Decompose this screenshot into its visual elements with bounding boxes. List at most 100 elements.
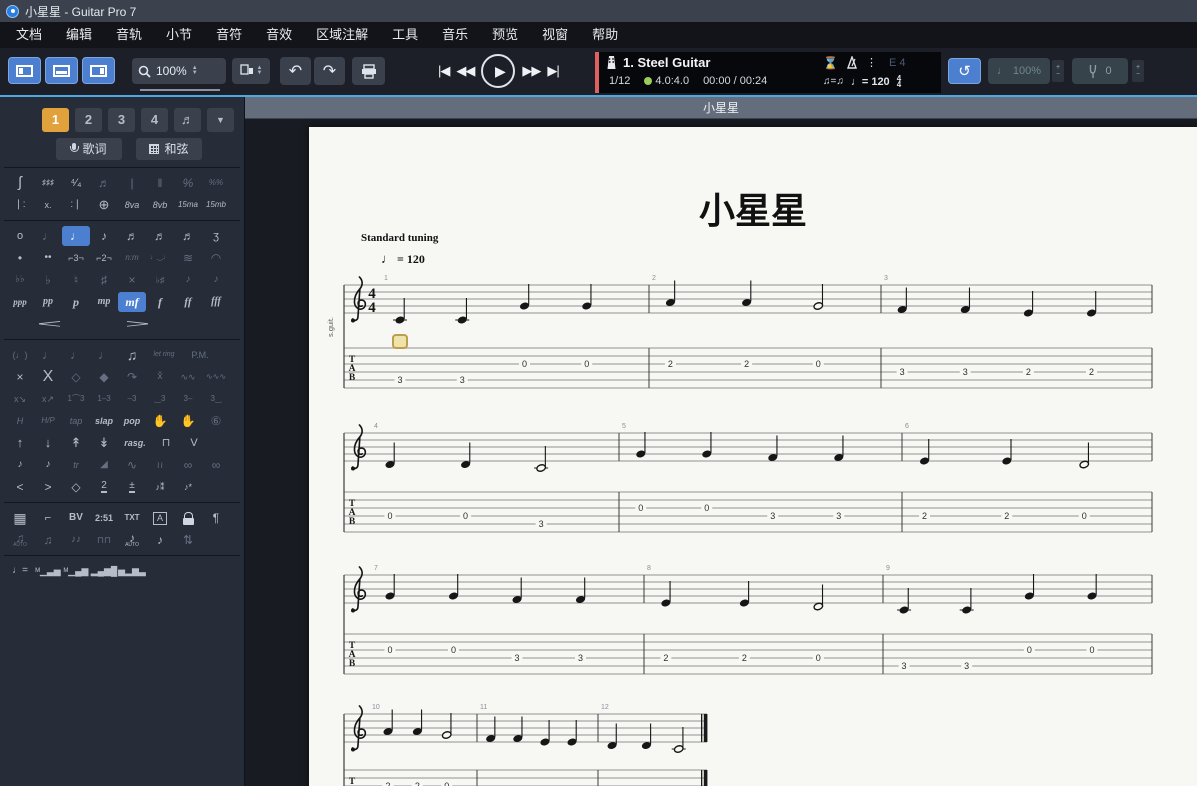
zoom-slider[interactable] [140, 89, 220, 91]
menu-edit[interactable]: 编辑 [54, 22, 104, 48]
let-ring-lines-tool[interactable]: ≋ [174, 248, 202, 268]
wide-vibrato-tool[interactable]: ∿∿∿ [202, 367, 230, 387]
decrescendo-tool[interactable]: > [94, 314, 182, 334]
half-note-tool[interactable]: ♩ [34, 226, 62, 246]
artificial-harmonic-tool[interactable]: ◆ [90, 367, 118, 387]
repeat-close-tool[interactable]: :❘ [62, 195, 90, 215]
clef-tool[interactable]: ʃ [6, 173, 34, 193]
stem-auto-tool[interactable]: ♪AUTO [118, 530, 146, 550]
double-sharp-tool[interactable]: × [118, 270, 146, 290]
menu-preview[interactable]: 预览 [480, 22, 530, 48]
hammer-pull-tool[interactable]: H/P [34, 411, 62, 431]
dotted-note-tool[interactable]: • [6, 248, 34, 268]
menu-tools[interactable]: 工具 [380, 22, 430, 48]
tremolo-bar-dip-tool[interactable]: ∞ [174, 455, 202, 475]
flat-tool[interactable]: ♭ [34, 270, 62, 290]
menu-bar[interactable]: 小节 [154, 22, 204, 48]
string-number-tool[interactable]: ⑥ [202, 411, 230, 431]
slide-out-down-tool[interactable]: –3 [118, 389, 146, 409]
go-start-button[interactable]: |◀ [438, 63, 449, 79]
menu-audio-effects[interactable]: 音效 [254, 22, 304, 48]
dead-slap-tool[interactable]: ♪* [174, 477, 202, 497]
vibrato-tool[interactable]: ∿∿ [174, 367, 202, 387]
harmonic-diamond-tool[interactable]: ◇ [62, 477, 90, 497]
coda-tool[interactable]: ⊕ [90, 195, 118, 215]
double-flat-tool[interactable]: ♭♭ [6, 270, 34, 290]
arpeggio-down-tool[interactable]: ↡ [90, 433, 118, 453]
ottava-bassa-tool[interactable]: 8vb [146, 195, 174, 215]
track-panel[interactable]: 1. Steel Guitar 1/12 4.0:4.0 00:00 / 00:… [595, 52, 941, 93]
slash-notation-tool[interactable]: ⌐ [34, 508, 62, 528]
mix-table-marker-2-tool[interactable]: ᴹ▁▄▆ [62, 561, 90, 581]
undo-button[interactable]: ↶ [280, 57, 311, 85]
quindicesima-alta-tool[interactable]: 15ma [174, 195, 202, 215]
beam-over-bar-tool[interactable]: ⊓⊓ [90, 530, 118, 550]
legato-slide-tool[interactable]: 1⌒3 [62, 389, 90, 409]
accent-mark-tool[interactable]: < [6, 477, 34, 497]
tuplet-tool[interactable]: n:m [118, 248, 146, 268]
tuning-control[interactable]: 0 [1072, 58, 1128, 84]
multivoice-icon[interactable]: ♬ [174, 108, 201, 132]
menu-note[interactable]: 音符 [204, 22, 254, 48]
trill-tool[interactable]: tr [62, 455, 90, 475]
pan-automation-tool[interactable]: ▅▂▆▃ [118, 561, 146, 581]
thirtysecond-note-tool[interactable]: ♬ [146, 226, 174, 246]
marcato-mark-tool[interactable]: > [34, 477, 62, 497]
heavy-accent-note-tool[interactable]: ♩ [90, 345, 118, 365]
downstroke-tool[interactable]: ↓ [34, 433, 62, 453]
bend-tool[interactable]: ↷ [118, 367, 146, 387]
playback-speed-control[interactable]: ♩ 100% [988, 58, 1050, 84]
pick-up-icon[interactable]: V [180, 433, 208, 453]
lyrics-button[interactable]: 歌词 [56, 138, 122, 160]
double-barline-tool[interactable]: ‖ [146, 173, 174, 193]
mix-table-marker-1-tool[interactable]: ᴹ▁▃▅ [34, 561, 62, 581]
speed-spinner[interactable]: +− [1052, 60, 1064, 82]
free-time-tool[interactable]: ♬ [90, 173, 118, 193]
barline-tool[interactable]: | [118, 173, 146, 193]
simile-mark-tool[interactable]: % [174, 173, 202, 193]
voice-visibility-icon[interactable]: ▼ [207, 108, 234, 132]
tap-tool[interactable]: tap [62, 411, 90, 431]
voice-1-button[interactable]: 1 [42, 108, 69, 132]
rest-tool[interactable]: ʒ [202, 226, 230, 246]
pick-scrape-tool[interactable]: ± [118, 477, 146, 497]
muffled-note-tool[interactable]: × [6, 367, 34, 387]
tuning-spinner[interactable]: +− [1132, 60, 1144, 82]
page-layout-spinner[interactable]: ▲▼ [257, 66, 263, 76]
accidental-pair-tool[interactable]: ♭♯ [146, 270, 174, 290]
quarter-note-tool[interactable]: ♩ [62, 226, 90, 246]
text-tool[interactable]: TXT [118, 508, 146, 528]
tied-notes-tool[interactable]: ♫ [118, 345, 146, 365]
view-screen-button[interactable] [82, 57, 115, 84]
voice-4-button[interactable]: 4 [141, 108, 168, 132]
chord-diagram-tool[interactable]: ▦ [6, 508, 34, 528]
menu-section[interactable]: 区域注解 [304, 22, 380, 48]
glissando-tool[interactable]: ◢ [90, 455, 118, 475]
triplet-tool[interactable]: ⌐3¬ [62, 248, 90, 268]
slide-from-below-tool[interactable]: 3– [174, 389, 202, 409]
zoom-spinner[interactable]: ▲▼ [192, 66, 198, 76]
menu-help[interactable]: 帮助 [580, 22, 630, 48]
ottava-alta-tool[interactable]: 8va [118, 195, 146, 215]
forward-button[interactable]: ▶▶ [522, 63, 540, 79]
dead-note-tool[interactable]: X [34, 367, 62, 387]
slide-from-above-tool[interactable]: 3‿ [202, 389, 230, 409]
score-page[interactable]: 小星星 Standard tuning ♩= 120 44TAB13300222… [309, 127, 1197, 786]
vibrato-bar-tool[interactable]: ≀≀ [146, 455, 174, 475]
rasgueado-tool[interactable]: rasg. [118, 433, 152, 453]
pop-tool[interactable]: pop [118, 411, 146, 431]
whole-note-tool[interactable]: o [6, 226, 34, 246]
pick-down-icon[interactable]: ⊓ [152, 433, 180, 453]
sixteenth-note-tool[interactable]: ♬ [118, 226, 146, 246]
hammer-on-tool[interactable]: H [6, 411, 34, 431]
selection-cursor[interactable] [392, 334, 408, 349]
time-signature-tool[interactable]: ⁴⁄₄ [62, 173, 90, 193]
dynamic-pp-tool[interactable]: pp [34, 292, 62, 312]
slide-in-from-below-tool[interactable]: x↗ [34, 389, 62, 409]
menu-track[interactable]: 音轨 [104, 22, 154, 48]
redo-button[interactable]: ↷ [314, 57, 345, 85]
score-canvas[interactable]: 44TAB13300222033322TAB4003500336220TAB70… [309, 127, 1197, 786]
dynamic-ff-tool[interactable]: ff [174, 292, 202, 312]
play-button[interactable]: ▶ [481, 54, 515, 88]
let-ring-tool[interactable]: let ring [146, 345, 182, 365]
